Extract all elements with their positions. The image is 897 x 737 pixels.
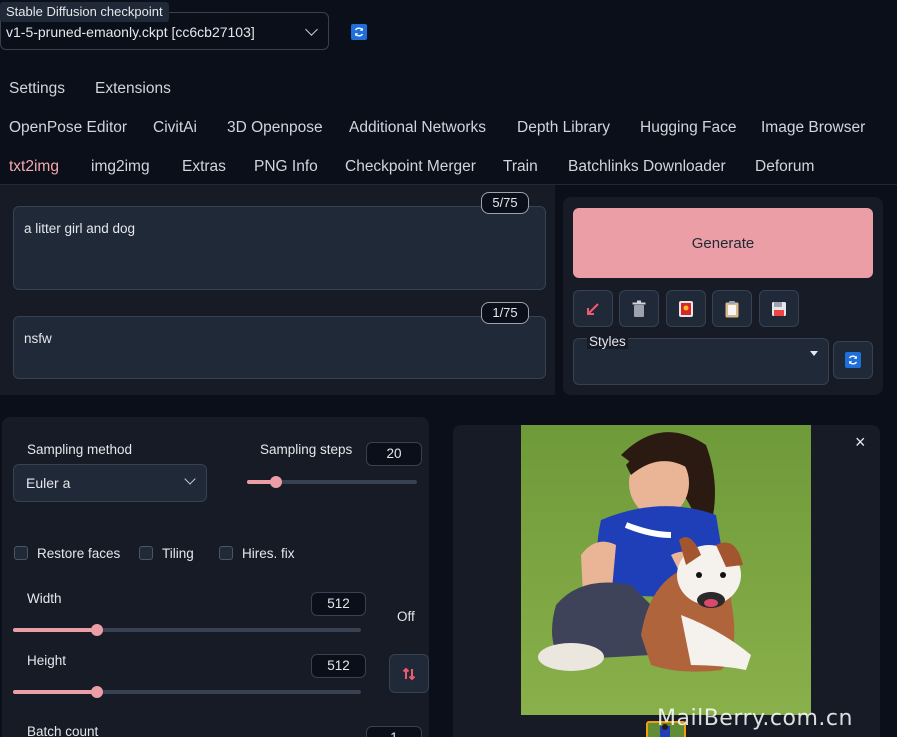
- red-card-icon: [679, 300, 693, 317]
- tab-extensions[interactable]: Extensions: [95, 80, 171, 98]
- prompt-token-counter: 5/75: [481, 192, 529, 214]
- tab-deforum[interactable]: Deforum: [755, 158, 814, 176]
- tab-train[interactable]: Train: [503, 158, 538, 176]
- generate-button[interactable]: Generate: [573, 208, 873, 278]
- refresh-styles-button[interactable]: [833, 341, 873, 379]
- negative-prompt-input[interactable]: nsfw: [13, 316, 546, 379]
- save-icon: [772, 301, 786, 316]
- chevron-down-icon: [305, 23, 318, 36]
- generated-image[interactable]: [521, 425, 811, 715]
- height-slider-handle[interactable]: [90, 686, 103, 698]
- prompt-input[interactable]: a litter girl and dog: [13, 206, 546, 290]
- sampling-method-label: Sampling method: [27, 442, 133, 457]
- sampling-method-select[interactable]: Euler a: [13, 464, 207, 502]
- swap-arrows-icon: [402, 667, 416, 680]
- paste-arrow-button[interactable]: [573, 290, 613, 327]
- batch-count-label: Batch count: [27, 724, 99, 737]
- hires-fix-checkbox[interactable]: [219, 546, 233, 560]
- refresh-icon: [845, 352, 861, 368]
- styles-label: Styles: [587, 334, 628, 349]
- width-slider-fill: [13, 628, 97, 632]
- arrow-icon: [587, 302, 599, 315]
- height-label: Height: [27, 653, 67, 668]
- tab-checkpoint-merger[interactable]: Checkpoint Merger: [345, 158, 476, 176]
- restore-faces-label: Restore faces: [37, 546, 121, 561]
- clipboard-icon: [725, 300, 739, 317]
- tiling-checkbox[interactable]: [139, 546, 153, 560]
- trash-icon: [632, 300, 646, 317]
- watermark-text: MailBerry.com.cn: [657, 706, 853, 731]
- tab-additional-networks[interactable]: Additional Networks: [349, 119, 486, 137]
- height-input[interactable]: 512: [311, 654, 366, 678]
- tab-settings[interactable]: Settings: [9, 80, 65, 98]
- sampling-method-value: Euler a: [26, 475, 71, 491]
- negative-prompt-text: nsfw: [24, 331, 52, 346]
- swap-dimensions-button[interactable]: [389, 654, 429, 693]
- clear-prompt-button[interactable]: [619, 290, 659, 327]
- width-slider-handle[interactable]: [90, 624, 103, 636]
- sampling-steps-label: Sampling steps: [260, 442, 353, 457]
- restore-faces-checkbox[interactable]: [14, 546, 28, 560]
- tab-txt2img[interactable]: txt2img: [9, 158, 59, 176]
- tab-png-info[interactable]: PNG Info: [254, 158, 318, 176]
- height-slider-fill: [13, 690, 97, 694]
- apply-style-button[interactable]: [712, 290, 752, 327]
- tab-image-browser[interactable]: Image Browser: [761, 119, 865, 137]
- tab-openpose-editor[interactable]: OpenPose Editor: [9, 119, 127, 137]
- close-icon[interactable]: ×: [855, 432, 866, 453]
- tab-hugging-face[interactable]: Hugging Face: [640, 119, 737, 137]
- negative-prompt-token-counter: 1/75: [481, 302, 529, 324]
- sampling-steps-slider[interactable]: [247, 476, 417, 488]
- prompt-text: a litter girl and dog: [24, 221, 136, 236]
- tab-depth-library[interactable]: Depth Library: [517, 119, 610, 137]
- checkpoint-value: v1-5-pruned-emaonly.ckpt [cc6cb27103]: [6, 24, 255, 40]
- tab-civitai[interactable]: CivitAi: [153, 119, 197, 137]
- width-input[interactable]: 512: [311, 592, 366, 616]
- tiling-label: Tiling: [162, 546, 194, 561]
- show-extra-networks-button[interactable]: [666, 290, 706, 327]
- tab-img2img[interactable]: img2img: [91, 158, 150, 176]
- batch-count-input[interactable]: 1: [366, 726, 422, 737]
- height-slider[interactable]: [13, 686, 361, 698]
- refresh-checkpoint-icon[interactable]: [351, 24, 367, 40]
- width-label: Width: [27, 591, 62, 606]
- width-slider[interactable]: [13, 624, 361, 636]
- hires-fix-label: Hires. fix: [242, 546, 295, 561]
- checkpoint-label: Stable Diffusion checkpoint: [0, 2, 169, 22]
- sampling-steps-slider-handle[interactable]: [269, 476, 282, 488]
- tab-3d-openpose[interactable]: 3D Openpose: [227, 119, 323, 137]
- styles-dropdown[interactable]: Styles: [573, 334, 829, 385]
- chevron-down-icon: [184, 473, 196, 485]
- caret-down-icon: [810, 351, 818, 356]
- save-style-button[interactable]: [759, 290, 799, 327]
- off-label: Off: [397, 609, 415, 624]
- tab-extras[interactable]: Extras: [182, 158, 226, 176]
- tab-batchlinks-downloader[interactable]: Batchlinks Downloader: [568, 158, 726, 176]
- sampling-steps-input[interactable]: 20: [366, 442, 422, 466]
